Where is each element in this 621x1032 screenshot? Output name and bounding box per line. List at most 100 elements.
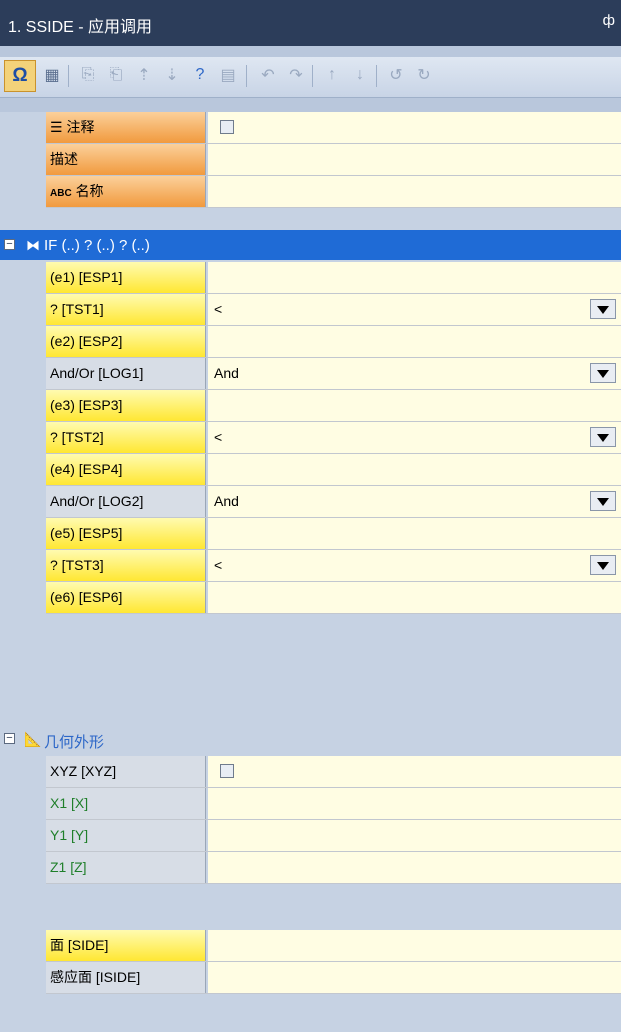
- row-esp5[interactable]: (e5) [ESP5]: [46, 518, 621, 550]
- row-comment[interactable]: ☰ 注释: [46, 112, 621, 144]
- undo-step-icon[interactable]: ↶: [256, 63, 280, 87]
- iside-field[interactable]: [208, 962, 621, 993]
- row-label: 描述: [46, 144, 206, 175]
- dropdown-arrow-icon[interactable]: [590, 491, 616, 511]
- row-label: And/Or [LOG2]: [46, 486, 206, 517]
- row-y1[interactable]: Y1 [Y]: [46, 820, 621, 852]
- pin-icon[interactable]: ф: [603, 12, 615, 29]
- row-label: ? [TST2]: [46, 422, 206, 453]
- row-x1[interactable]: X1 [X]: [46, 788, 621, 820]
- esp6-field[interactable]: [208, 582, 621, 613]
- row-esp6[interactable]: (e6) [ESP6]: [46, 582, 621, 614]
- row-label: (e5) [ESP5]: [46, 518, 206, 549]
- row-log2[interactable]: And/Or [LOG2] And: [46, 486, 621, 518]
- log1-value: And: [214, 365, 239, 381]
- description-field[interactable]: [208, 144, 621, 175]
- row-label: And/Or [LOG1]: [46, 358, 206, 389]
- toolbar-separator: [312, 65, 313, 87]
- redo-step-icon[interactable]: ↷: [284, 63, 308, 87]
- tst3-select[interactable]: <: [208, 550, 621, 581]
- window-title: 1. SSIDE - 应用调用: [8, 19, 153, 36]
- section-if[interactable]: − ⧓ IF (..) ? (..) ? (..): [0, 230, 621, 260]
- row-label: (e3) [ESP3]: [46, 390, 206, 421]
- row-esp4[interactable]: (e4) [ESP4]: [46, 454, 621, 486]
- dropdown-arrow-icon[interactable]: [590, 555, 616, 575]
- esp5-field[interactable]: [208, 518, 621, 549]
- omega-icon[interactable]: Ω: [4, 60, 36, 92]
- row-label: X1 [X]: [46, 788, 206, 819]
- row-label: ABC 名称: [46, 176, 206, 207]
- table-icon[interactable]: ▤: [216, 63, 240, 87]
- log2-value: And: [214, 493, 239, 509]
- sort-down-icon[interactable]: ⇣: [160, 63, 184, 87]
- row-name[interactable]: ABC 名称: [46, 176, 621, 208]
- row-esp2[interactable]: (e2) [ESP2]: [46, 326, 621, 358]
- section-if-title: IF (..) ? (..) ? (..): [44, 237, 150, 254]
- row-label: 感应面 [ISIDE]: [46, 962, 206, 993]
- row-iside[interactable]: 感应面 [ISIDE]: [46, 962, 621, 994]
- name-label: 名称: [75, 183, 104, 199]
- move-down-icon[interactable]: ↓: [348, 63, 372, 87]
- row-label: (e1) [ESP1]: [46, 262, 206, 293]
- paste-icon[interactable]: ⎗: [104, 63, 128, 87]
- sort-up-icon[interactable]: ⇡: [132, 63, 156, 87]
- row-side[interactable]: 面 [SIDE]: [46, 930, 621, 962]
- esp3-field[interactable]: [208, 390, 621, 421]
- ruler-pencil-icon: 📐: [24, 730, 42, 747]
- row-label: Z1 [Z]: [46, 852, 206, 883]
- if-branch-icon: ⧓: [26, 236, 40, 253]
- row-value[interactable]: [208, 112, 621, 143]
- rotate-left-icon[interactable]: ↺: [384, 63, 408, 87]
- toolbar-separator: [68, 65, 69, 87]
- x1-field[interactable]: [208, 788, 621, 819]
- row-label: Y1 [Y]: [46, 820, 206, 851]
- row-label: (e4) [ESP4]: [46, 454, 206, 485]
- log1-select[interactable]: And: [208, 358, 621, 389]
- row-label: XYZ [XYZ]: [46, 756, 206, 787]
- row-label: ? [TST1]: [46, 294, 206, 325]
- row-tst2[interactable]: ? [TST2] <: [46, 422, 621, 454]
- description-label: 描述: [50, 151, 78, 167]
- row-esp3[interactable]: (e3) [ESP3]: [46, 390, 621, 422]
- property-grid: ☰ 注释 描述 ABC 名称 − ⧓ IF (..) ? (..) ? (..)…: [0, 112, 621, 1032]
- collapse-toggle-icon[interactable]: −: [4, 733, 15, 744]
- tst1-value: <: [214, 301, 223, 317]
- properties-panel: 1. SSIDE - 应用调用 ф Ω ▦ ⎘ ⎗ ⇡ ⇣ ? ▤ ↶ ↷ ↑ …: [0, 0, 621, 1032]
- row-label: ☰ 注释: [46, 112, 206, 143]
- rotate-right-icon[interactable]: ↻: [412, 63, 436, 87]
- row-z1[interactable]: Z1 [Z]: [46, 852, 621, 884]
- tst2-value: <: [214, 429, 223, 445]
- copy-icon[interactable]: ⎘: [76, 63, 100, 87]
- row-xyz[interactable]: XYZ [XYZ]: [46, 756, 621, 788]
- toolbar: Ω ▦ ⎘ ⎗ ⇡ ⇣ ? ▤ ↶ ↷ ↑ ↓ ↺ ↻: [0, 57, 621, 98]
- row-tst3[interactable]: ? [TST3] <: [46, 550, 621, 582]
- section-geometry[interactable]: − 📐 几何外形: [0, 724, 621, 754]
- log2-select[interactable]: And: [208, 486, 621, 517]
- title-bar: 1. SSIDE - 应用调用 ф: [0, 0, 621, 46]
- row-esp1[interactable]: (e1) [ESP1]: [46, 262, 621, 294]
- row-log1[interactable]: And/Or [LOG1] And: [46, 358, 621, 390]
- grid-icon[interactable]: ▦: [40, 63, 64, 87]
- dropdown-arrow-icon[interactable]: [590, 427, 616, 447]
- row-value[interactable]: [208, 756, 621, 787]
- y1-field[interactable]: [208, 820, 621, 851]
- side-field[interactable]: [208, 930, 621, 961]
- xyz-checkbox[interactable]: [220, 764, 234, 778]
- dropdown-arrow-icon[interactable]: [590, 299, 616, 319]
- collapse-toggle-icon[interactable]: −: [4, 239, 15, 250]
- tst1-select[interactable]: <: [208, 294, 621, 325]
- name-field[interactable]: [208, 176, 621, 207]
- esp2-field[interactable]: [208, 326, 621, 357]
- esp4-field[interactable]: [208, 454, 621, 485]
- bracket-question-icon[interactable]: ?: [188, 63, 212, 87]
- row-label: (e2) [ESP2]: [46, 326, 206, 357]
- comment-checkbox[interactable]: [220, 120, 234, 134]
- esp1-field[interactable]: [208, 262, 621, 293]
- row-tst1[interactable]: ? [TST1] <: [46, 294, 621, 326]
- move-up-icon[interactable]: ↑: [320, 63, 344, 87]
- row-description[interactable]: 描述: [46, 144, 621, 176]
- z1-field[interactable]: [208, 852, 621, 883]
- tst2-select[interactable]: <: [208, 422, 621, 453]
- section-geometry-title: 几何外形: [44, 734, 105, 751]
- dropdown-arrow-icon[interactable]: [590, 363, 616, 383]
